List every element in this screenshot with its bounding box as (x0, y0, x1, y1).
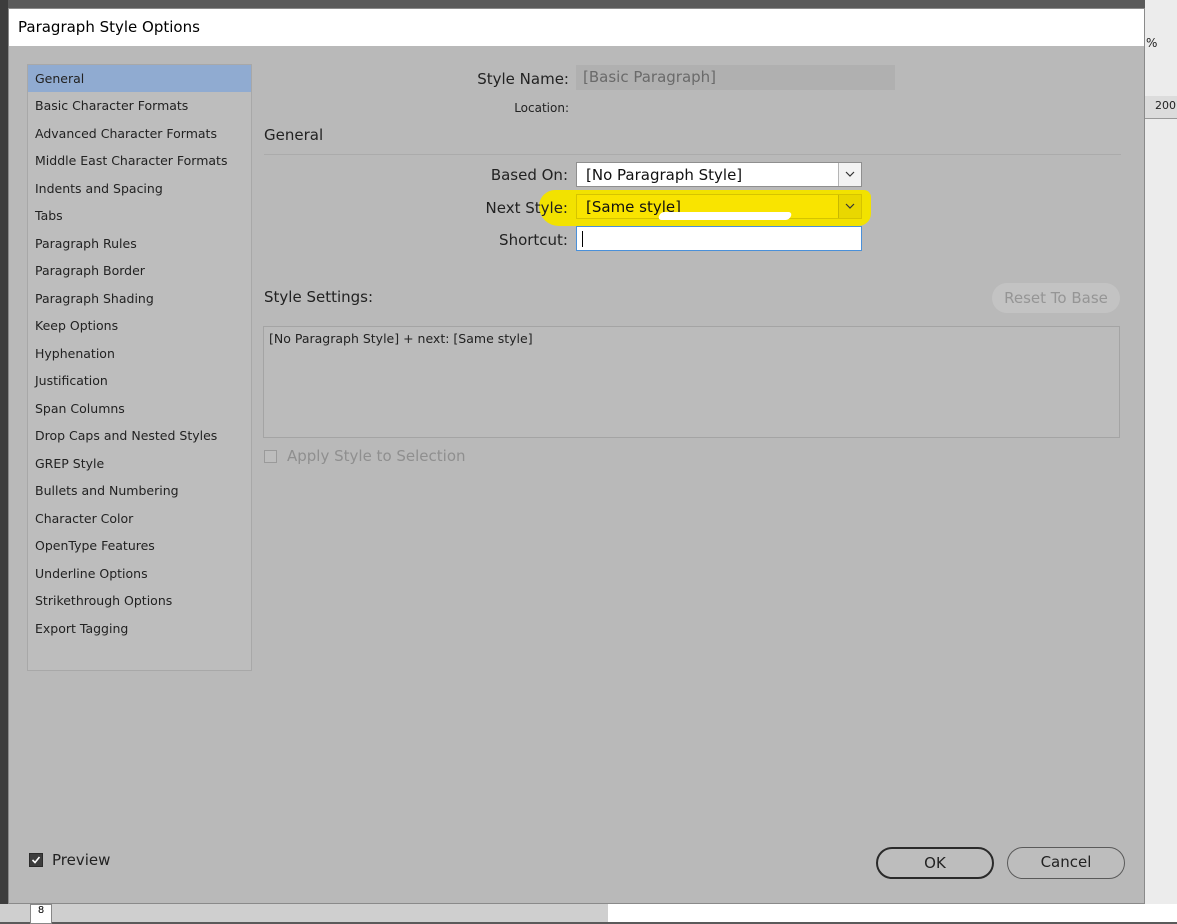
cancel-button[interactable]: Cancel (1007, 847, 1125, 879)
apply-style-label: Apply Style to Selection (287, 447, 466, 465)
based-on-dropdown[interactable]: [No Paragraph Style] (576, 162, 862, 187)
preview-label: Preview (52, 851, 111, 869)
apply-style-checkbox[interactable] (264, 450, 277, 463)
zoom-readout: % (1146, 36, 1158, 50)
category-item-justification[interactable]: Justification (28, 367, 251, 394)
chevron-down-icon[interactable] (838, 163, 861, 186)
app-toolbar-background (0, 0, 8, 922)
reset-to-base-button[interactable]: Reset To Base (992, 283, 1120, 313)
category-item-span-columns[interactable]: Span Columns (28, 395, 251, 422)
category-item-paragraph-shading[interactable]: Paragraph Shading (28, 285, 251, 312)
category-item-opentype-features[interactable]: OpenType Features (28, 532, 251, 559)
dialog-titlebar: Paragraph Style Options (9, 9, 1144, 46)
category-item-grep-style[interactable]: GREP Style (28, 450, 251, 477)
paragraph-style-options-dialog: Paragraph Style Options General Basic Ch… (8, 8, 1145, 904)
app-document-background (1145, 0, 1177, 922)
ruler-label: 200 (1155, 99, 1176, 112)
dialog-title: Paragraph Style Options (18, 18, 200, 36)
checkmark-icon (31, 856, 41, 864)
page-number: 8 (30, 904, 52, 924)
style-settings-box: [No Paragraph Style] + next: [Same style… (263, 326, 1120, 438)
section-title: General (264, 126, 324, 144)
category-item-strikethrough-options[interactable]: Strikethrough Options (28, 587, 251, 614)
category-item-paragraph-rules[interactable]: Paragraph Rules (28, 230, 251, 257)
highlighter-gap (657, 212, 793, 220)
ruler: 200 (1145, 96, 1177, 119)
preview-checkbox[interactable] (29, 853, 43, 867)
category-item-character-color[interactable]: Character Color (28, 505, 251, 532)
style-name-label: Style Name: (477, 70, 569, 88)
style-name-field[interactable]: [Basic Paragraph] (576, 65, 895, 90)
document-page (608, 904, 1177, 922)
category-item-paragraph-border[interactable]: Paragraph Border (28, 257, 251, 284)
chevron-down-icon[interactable] (838, 195, 861, 218)
based-on-value: [No Paragraph Style] (586, 166, 743, 184)
text-caret (582, 231, 583, 247)
category-item-basic-character-formats[interactable]: Basic Character Formats (28, 92, 251, 119)
section-divider (264, 154, 1121, 155)
category-item-general[interactable]: General (28, 65, 251, 92)
category-list: General Basic Character Formats Advanced… (27, 64, 252, 671)
category-item-indents-and-spacing[interactable]: Indents and Spacing (28, 175, 251, 202)
category-item-export-tagging[interactable]: Export Tagging (28, 615, 251, 642)
ok-button[interactable]: OK (876, 847, 994, 879)
category-item-keep-options[interactable]: Keep Options (28, 312, 251, 339)
shortcut-label: Shortcut: (499, 231, 568, 249)
next-style-label: Next Style: (485, 199, 568, 217)
category-item-underline-options[interactable]: Underline Options (28, 560, 251, 587)
based-on-label: Based On: (490, 166, 568, 184)
category-item-advanced-character-formats[interactable]: Advanced Character Formats (28, 120, 251, 147)
category-item-hyphenation[interactable]: Hyphenation (28, 340, 251, 367)
category-item-bullets-and-numbering[interactable]: Bullets and Numbering (28, 477, 251, 504)
style-settings-label: Style Settings: (264, 288, 374, 306)
shortcut-field[interactable] (576, 226, 862, 251)
category-item-tabs[interactable]: Tabs (28, 202, 251, 229)
style-settings-text: [No Paragraph Style] + next: [Same style… (269, 331, 533, 346)
category-item-drop-caps-and-nested-styles[interactable]: Drop Caps and Nested Styles (28, 422, 251, 449)
location-label: Location: (514, 101, 569, 115)
app-bottom-area: 8 (0, 904, 1177, 924)
category-item-middle-east-character-formats[interactable]: Middle East Character Formats (28, 147, 251, 174)
